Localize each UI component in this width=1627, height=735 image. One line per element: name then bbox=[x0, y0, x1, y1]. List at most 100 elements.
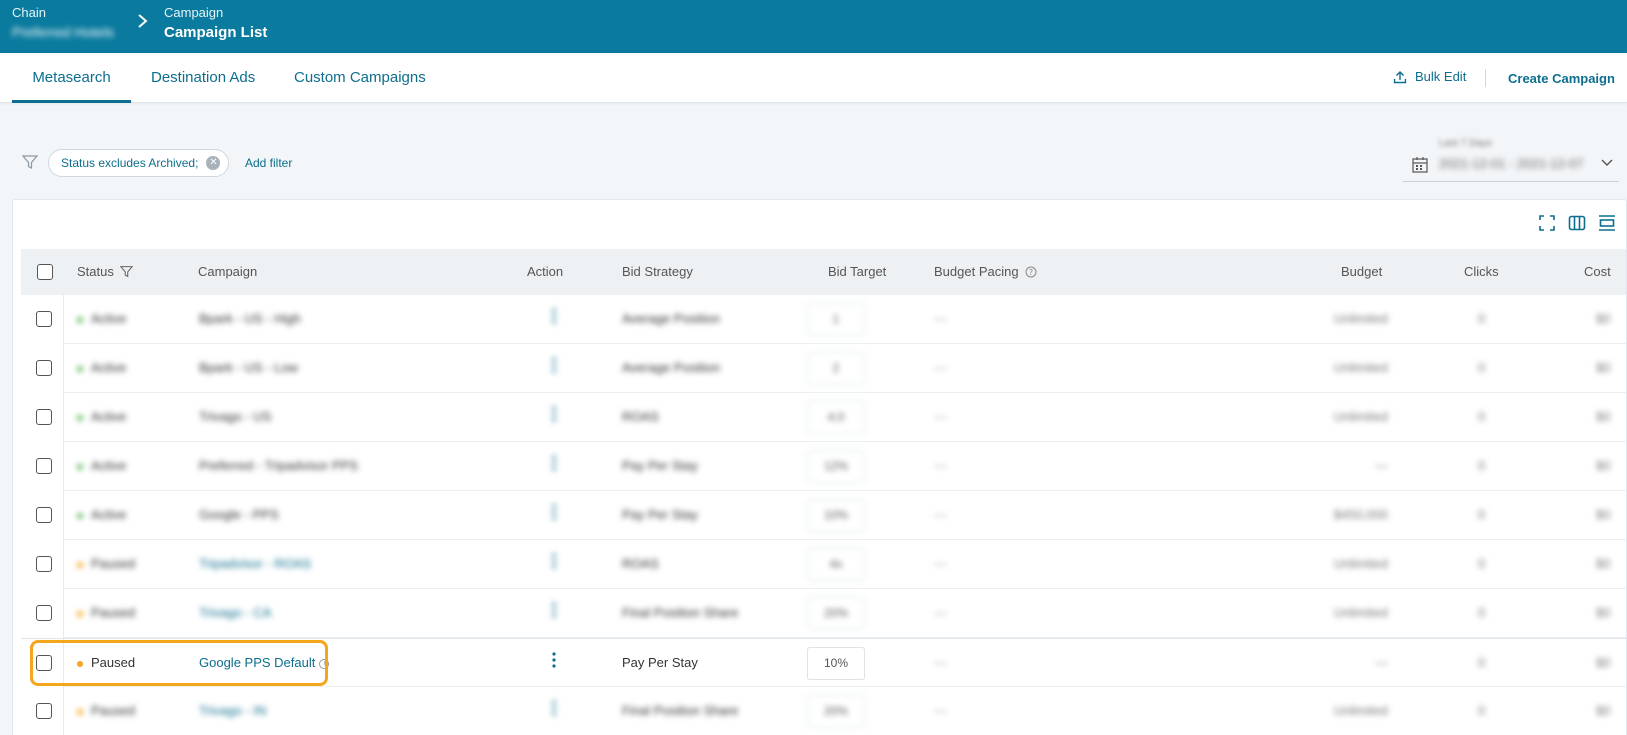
more-actions-icon[interactable] bbox=[552, 455, 556, 471]
more-actions-icon[interactable] bbox=[552, 553, 556, 569]
col-clicks[interactable]: Clicks bbox=[1464, 264, 1499, 279]
row-select-cell bbox=[21, 540, 64, 589]
create-campaign-button[interactable]: Create Campaign bbox=[1508, 71, 1615, 86]
filter-icon[interactable] bbox=[22, 154, 38, 170]
row-checkbox[interactable] bbox=[36, 360, 52, 376]
row-checkbox[interactable] bbox=[36, 409, 52, 425]
table-row[interactable]: Paused Tripadvisor - ROAS ROAS 4x — Unli… bbox=[21, 540, 1626, 589]
more-actions-icon[interactable] bbox=[552, 504, 556, 520]
bid-strategy-cell: ROAS bbox=[622, 556, 659, 571]
tab-metasearch[interactable]: Metasearch bbox=[12, 53, 131, 103]
row-checkbox[interactable] bbox=[36, 311, 52, 327]
more-actions-icon[interactable] bbox=[552, 700, 556, 716]
more-actions-icon[interactable] bbox=[552, 406, 556, 422]
budget-pacing-cell: — bbox=[934, 655, 947, 670]
bid-target-input[interactable]: 12% bbox=[807, 450, 865, 483]
row-density-icon[interactable] bbox=[1598, 214, 1616, 232]
bid-target-input[interactable]: 20% bbox=[807, 597, 865, 630]
breadcrumb-chain[interactable]: Chain Preferred Hotels bbox=[12, 5, 114, 40]
bid-target-input[interactable]: 20% bbox=[807, 695, 865, 728]
tab-custom-campaigns[interactable]: Custom Campaigns bbox=[294, 53, 426, 103]
row-checkbox[interactable] bbox=[36, 458, 52, 474]
clicks-cell: 0 bbox=[1478, 507, 1486, 522]
bid-strategy-cell: Pay Per Stay bbox=[622, 458, 698, 473]
tab-destination-ads[interactable]: Destination Ads bbox=[151, 53, 255, 103]
bid-strategy-cell: Average Position bbox=[622, 311, 721, 326]
toolbar-divider bbox=[1485, 69, 1486, 87]
row-select-cell bbox=[21, 344, 64, 393]
table-row[interactable]: Paused Google PPS Default i Pay Per Stay … bbox=[21, 638, 1626, 688]
status-cell: Paused bbox=[77, 605, 135, 620]
more-actions-icon[interactable] bbox=[552, 652, 556, 668]
filter-chip-label: Status excludes Archived; bbox=[61, 156, 199, 170]
campaign-name-label: Trivago - US bbox=[199, 409, 272, 424]
status-label: Active bbox=[91, 360, 127, 375]
col-status-label: Status bbox=[77, 264, 114, 279]
col-bid-strategy[interactable]: Bid Strategy bbox=[622, 264, 693, 279]
col-bid-target[interactable]: Bid Target bbox=[828, 264, 886, 279]
more-actions-icon[interactable] bbox=[552, 602, 556, 618]
more-actions-icon[interactable] bbox=[552, 357, 556, 373]
filter-icon[interactable] bbox=[119, 265, 133, 278]
campaign-table-card: Status Campaign Action Bid Strategy Bid … bbox=[12, 199, 1627, 735]
fullscreen-icon[interactable] bbox=[1538, 214, 1556, 232]
table-row[interactable]: Active Bpark - US - Low Average Position… bbox=[21, 344, 1626, 393]
help-icon[interactable]: ? bbox=[1025, 266, 1037, 278]
bid-strategy-cell: Average Position bbox=[622, 360, 721, 375]
col-cost[interactable]: Cost bbox=[1584, 264, 1611, 279]
budget-cell: — bbox=[1375, 655, 1388, 670]
status-cell: Active bbox=[77, 458, 126, 473]
svg-text:?: ? bbox=[1028, 268, 1032, 277]
col-budget[interactable]: Budget bbox=[1341, 264, 1382, 279]
bid-target-input[interactable]: 2 bbox=[807, 352, 865, 385]
table-row[interactable]: Active Google - PPS Pay Per Stay 10% — $… bbox=[21, 491, 1626, 540]
table-row[interactable]: Active Trivago - US ROAS 4.0 — Unlimited… bbox=[21, 393, 1626, 442]
row-checkbox[interactable] bbox=[36, 556, 52, 572]
col-status[interactable]: Status bbox=[77, 264, 133, 279]
add-filter-link[interactable]: Add filter bbox=[245, 156, 292, 170]
page-title: Campaign List bbox=[164, 24, 268, 41]
table-row[interactable]: Active Preferred - Tripadvisor PPS Pay P… bbox=[21, 442, 1626, 491]
filter-chip-status[interactable]: Status excludes Archived; ✕ bbox=[48, 149, 230, 177]
table-row[interactable]: Paused Trivago - IN Final Position Share… bbox=[21, 687, 1626, 735]
cost-cell: $0 bbox=[1596, 311, 1611, 326]
chevron-right-icon bbox=[138, 14, 148, 28]
bulk-edit-button[interactable]: Bulk Edit bbox=[1393, 69, 1466, 84]
campaign-name[interactable]: Trivago - IN bbox=[199, 703, 266, 718]
table-row[interactable]: Paused Trivago - CA Final Position Share… bbox=[21, 589, 1626, 638]
budget-cell: Unlimited bbox=[1333, 409, 1388, 424]
bid-target-input[interactable]: 4x bbox=[807, 548, 865, 581]
col-campaign[interactable]: Campaign bbox=[198, 264, 257, 279]
campaign-name[interactable]: Tripadvisor - ROAS bbox=[199, 556, 311, 571]
status-dot bbox=[77, 610, 83, 617]
columns-icon[interactable] bbox=[1568, 214, 1586, 232]
calendar-icon bbox=[1412, 157, 1428, 173]
select-all-checkbox[interactable] bbox=[37, 264, 53, 280]
table-row[interactable]: Active Bpark - US - High Average Positio… bbox=[21, 295, 1626, 344]
close-icon[interactable]: ✕ bbox=[206, 156, 221, 170]
row-checkbox[interactable] bbox=[36, 703, 52, 719]
more-actions-icon[interactable] bbox=[552, 308, 556, 324]
row-checkbox[interactable] bbox=[36, 507, 52, 523]
bid-strategy-cell: ROAS bbox=[622, 409, 659, 424]
chain-value[interactable]: Preferred Hotels bbox=[12, 24, 114, 40]
row-checkbox[interactable] bbox=[36, 605, 52, 621]
clicks-cell: 0 bbox=[1478, 311, 1486, 326]
bid-target-input[interactable]: 10% bbox=[807, 647, 865, 680]
clicks-cell: 0 bbox=[1478, 360, 1486, 375]
bid-target-input[interactable]: 4.0 bbox=[807, 401, 865, 434]
bulk-edit-label: Bulk Edit bbox=[1415, 69, 1467, 84]
date-range-picker[interactable]: Last 7 Days 2021-12-01 - 2021-12-07 bbox=[1403, 136, 1619, 182]
campaign-label: Campaign bbox=[164, 5, 224, 20]
status-label: Paused bbox=[91, 655, 136, 670]
bid-target-input[interactable]: 10% bbox=[807, 499, 865, 532]
col-budget-pacing[interactable]: Budget Pacing ? bbox=[934, 264, 1037, 279]
campaign-name[interactable]: Trivago - CA bbox=[199, 605, 271, 620]
info-icon[interactable]: i bbox=[319, 658, 330, 669]
campaign-name[interactable]: Google PPS Default i bbox=[199, 655, 330, 670]
bid-target-input[interactable]: 1 bbox=[807, 303, 865, 336]
date-range-label: Last 7 Days bbox=[1439, 138, 1492, 149]
row-checkbox[interactable] bbox=[36, 655, 52, 671]
chevron-down-icon bbox=[1601, 159, 1613, 166]
row-select-cell bbox=[21, 639, 64, 688]
